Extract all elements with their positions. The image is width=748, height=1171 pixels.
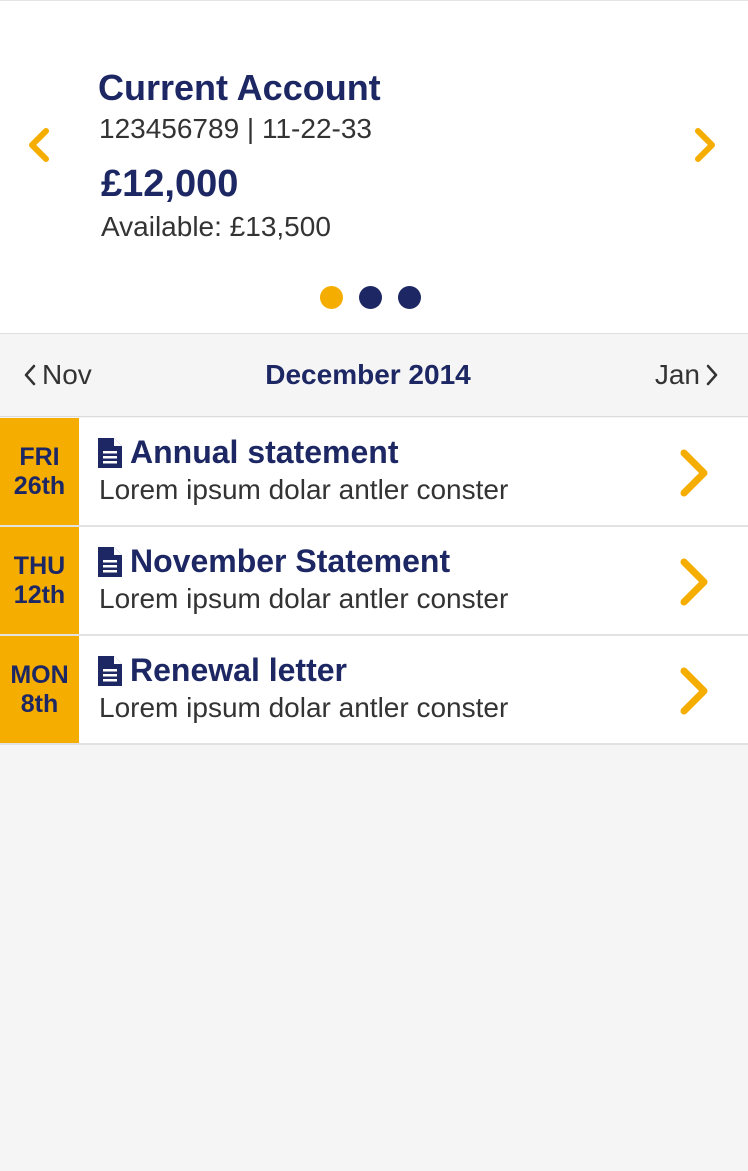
account-number: 123456789 | 11-22-33 bbox=[99, 113, 372, 144]
open-document-button[interactable] bbox=[672, 446, 716, 500]
carousel-dot[interactable] bbox=[320, 286, 343, 309]
document-icon bbox=[98, 546, 122, 577]
document-title: Annual statement bbox=[98, 434, 398, 471]
chevron-right-icon bbox=[680, 667, 708, 715]
document-description: Lorem ipsum dolar antler conster bbox=[99, 692, 509, 723]
carousel-dot[interactable] bbox=[359, 286, 382, 309]
document-title: Renewal letter bbox=[98, 652, 347, 689]
chevron-right-icon bbox=[680, 449, 708, 497]
date-label: 12th bbox=[13, 580, 66, 609]
chevron-left-icon bbox=[29, 128, 49, 162]
document-row[interactable]: THU 12th November Statement Lorem ipsum … bbox=[0, 527, 748, 636]
month-navigation: Nov December 2014 Jan bbox=[0, 335, 748, 417]
next-month-label: Jan bbox=[654, 359, 700, 390]
date-badge: THU 12th bbox=[0, 527, 79, 634]
next-account-button[interactable] bbox=[686, 117, 726, 173]
date-badge: FRI 26th bbox=[0, 418, 79, 525]
document-icon bbox=[98, 655, 122, 686]
chevron-right-icon bbox=[706, 364, 718, 386]
carousel-dot[interactable] bbox=[398, 286, 421, 309]
document-title-text: Annual statement bbox=[130, 434, 399, 470]
next-month-button[interactable]: Jan bbox=[655, 335, 718, 415]
document-row[interactable]: FRI 26th Annual statement Lorem ipsum do… bbox=[0, 418, 748, 527]
document-title-text: November Statement bbox=[130, 543, 451, 579]
document-description: Lorem ipsum dolar antler conster bbox=[99, 474, 509, 505]
date-label: 26th bbox=[13, 471, 66, 500]
document-description: Lorem ipsum dolar antler conster bbox=[99, 583, 509, 614]
document-row[interactable]: MON 8th Renewal letter Lorem ipsum dolar… bbox=[0, 636, 748, 745]
open-document-button[interactable] bbox=[672, 664, 716, 718]
current-month-title: December 2014 bbox=[265, 359, 471, 390]
carousel-pagination bbox=[320, 286, 421, 309]
open-document-button[interactable] bbox=[672, 555, 716, 609]
chevron-right-icon bbox=[695, 128, 715, 162]
account-balance: £12,000 bbox=[101, 163, 239, 205]
document-title: November Statement bbox=[98, 543, 450, 580]
available-balance: Available: £13,500 bbox=[101, 211, 331, 242]
day-label: MON bbox=[10, 660, 69, 689]
chevron-right-icon bbox=[680, 558, 708, 606]
previous-account-button[interactable] bbox=[18, 117, 58, 173]
document-title-text: Renewal letter bbox=[130, 652, 347, 688]
day-label: THU bbox=[13, 551, 66, 580]
document-icon bbox=[98, 437, 122, 468]
date-label: 8th bbox=[20, 689, 59, 718]
day-label: FRI bbox=[19, 442, 60, 471]
account-title: Current Account bbox=[98, 67, 381, 108]
document-list: FRI 26th Annual statement Lorem ipsum do… bbox=[0, 418, 748, 745]
date-badge: MON 8th bbox=[0, 636, 79, 743]
account-card: Current Account 123456789 | 11-22-33 £12… bbox=[0, 0, 748, 334]
